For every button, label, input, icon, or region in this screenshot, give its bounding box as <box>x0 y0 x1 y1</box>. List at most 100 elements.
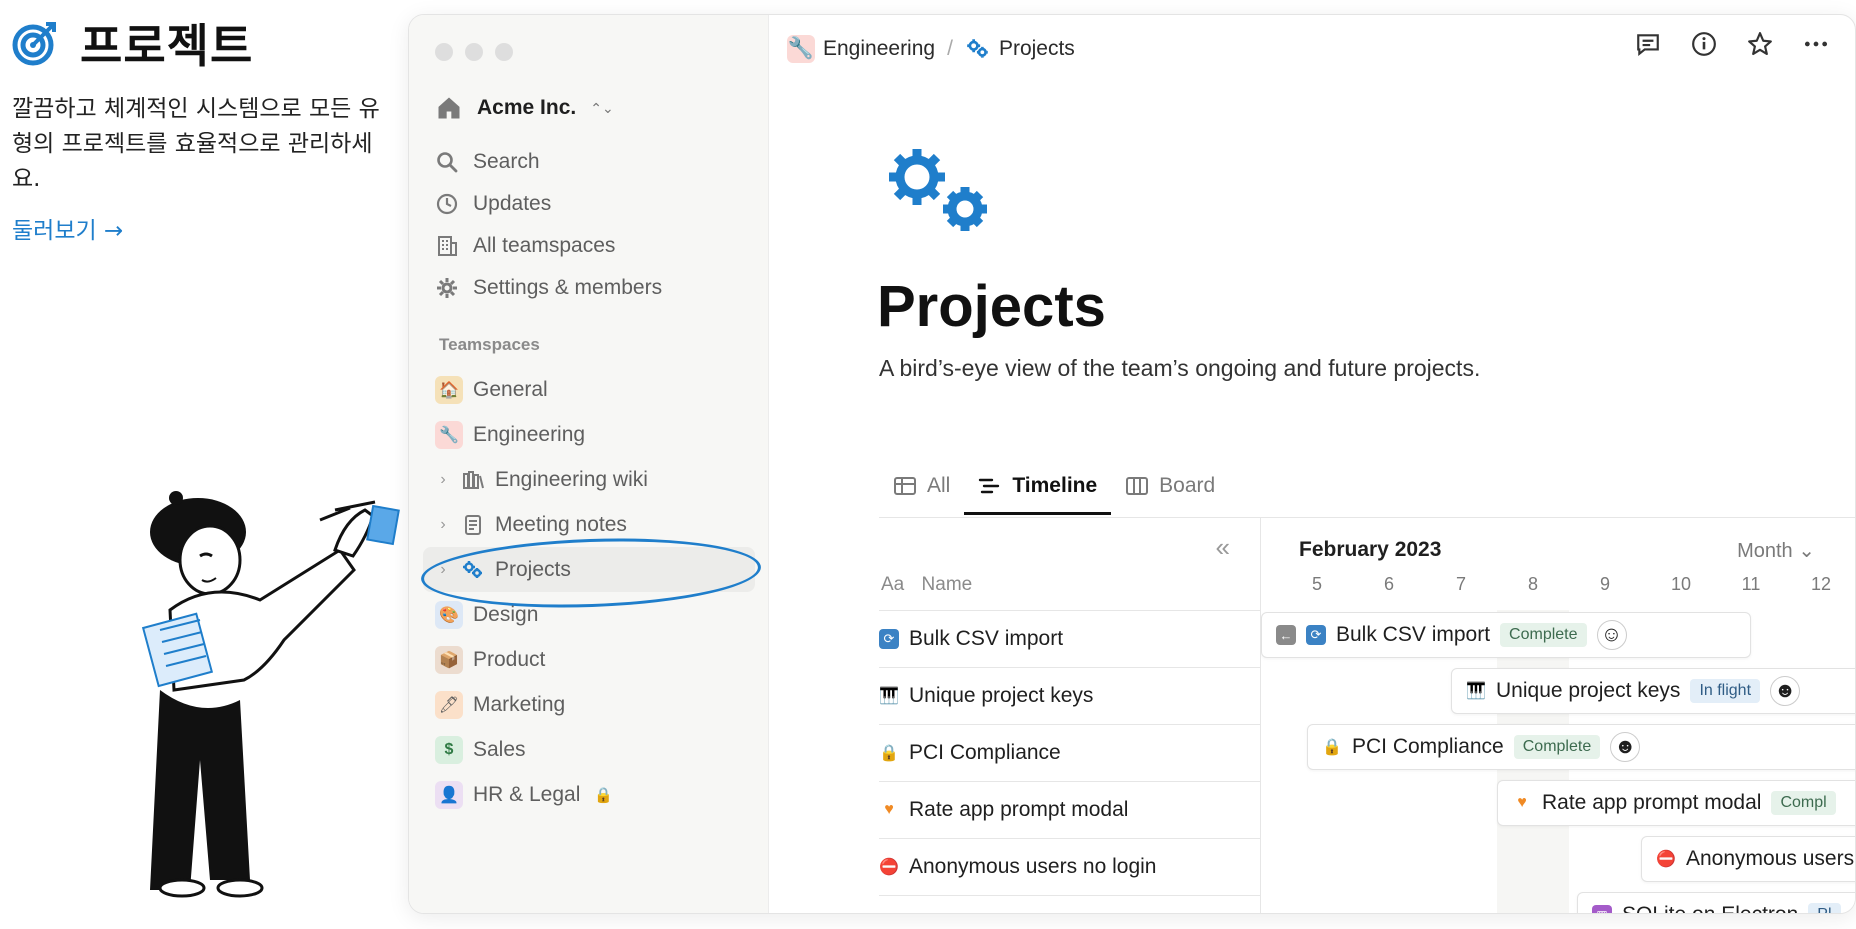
timeline-bar[interactable]: 🔒 PCI Compliance Complete ☻ <box>1307 724 1855 770</box>
breadcrumb-separator: / <box>947 37 953 60</box>
sidebar-item-engineering-wiki[interactable]: › Engineering wiki <box>423 457 755 502</box>
avatar: ☻ <box>1770 676 1801 706</box>
workspace-name: Acme Inc. <box>477 96 577 119</box>
dollar-icon: $ <box>435 735 463 764</box>
maximize-window-button[interactable] <box>495 43 513 61</box>
heart-icon: ♥ <box>1517 794 1527 811</box>
sidebar-item-updates[interactable]: Updates <box>435 183 745 225</box>
row-name: SQLite on Electron <box>909 912 1085 913</box>
table-row[interactable]: 🔒 PCI Compliance <box>879 724 1261 781</box>
table-row[interactable]: ♥ Rate app prompt modal <box>879 781 1261 838</box>
tab-timeline[interactable]: Timeline <box>964 459 1112 515</box>
clock-icon <box>436 193 458 215</box>
chevron-right-icon[interactable]: › <box>435 561 451 579</box>
teamspace-list: 🏠 General 🔧 Engineering › Engineering wi… <box>419 367 763 817</box>
box-icon: 📦 <box>435 645 463 674</box>
target-icon <box>12 22 56 66</box>
promo-title: 프로젝트 <box>80 19 254 73</box>
breadcrumb-engineering[interactable]: Engineering <box>823 37 935 61</box>
table-row[interactable]: ▦ SQLite on Electron <box>879 895 1261 913</box>
tab-label: All <box>927 473 951 497</box>
books-icon <box>463 470 484 489</box>
lock-icon: 🔒 <box>594 786 614 804</box>
person-illustration <box>141 491 400 898</box>
sidebar-item-marketing[interactable]: 🖊 Marketing <box>423 682 755 727</box>
wrench-icon: 🔧 <box>435 420 463 449</box>
minimize-window-button[interactable] <box>465 43 483 61</box>
sidebar-item-settings[interactable]: Settings & members <box>435 267 745 309</box>
promo-description: 깔끔하고 체계적인 시스템으로 모든 유형의 프로젝트를 효율적으로 관리하세요… <box>12 96 380 192</box>
tab-all[interactable]: All <box>879 459 964 515</box>
chevron-up-down-icon: ⌃⌄ <box>590 99 614 116</box>
day-label: 6 <box>1383 574 1394 594</box>
sidebar-item-label: Projects <box>495 557 571 581</box>
sidebar-item-hr-legal[interactable]: 👤 HR & Legal 🔒 <box>423 772 755 817</box>
sync-icon: ⟳ <box>879 629 899 649</box>
more-icon[interactable] <box>1803 31 1829 57</box>
window-controls <box>435 43 513 61</box>
day-label: 12 <box>1810 574 1832 594</box>
table-row[interactable]: ⟳ Bulk CSV import <box>879 610 1261 667</box>
timeline-bar[interactable]: ⛔ Anonymous users <box>1641 836 1855 882</box>
sidebar-item-meeting-notes[interactable]: › Meeting notes <box>423 502 755 547</box>
table-row[interactable]: ⛔ Anonymous users no login <box>879 838 1261 895</box>
day-label: 10 <box>1670 574 1692 594</box>
bar-label: SQLite on Electron <box>1622 903 1798 913</box>
sidebar-item-search[interactable]: Search <box>435 141 745 183</box>
timeline-bar[interactable]: ← ⟳ Bulk CSV import Complete ☺ <box>1261 612 1751 658</box>
sidebar-nav: Search Updates All teamspaces Settings &… <box>435 141 745 309</box>
chevron-down-icon: ⌄ <box>1798 540 1815 562</box>
house-icon <box>438 97 460 119</box>
sidebar-item-label: General <box>473 377 548 401</box>
status-badge: Complete <box>1513 735 1601 759</box>
timeline-bar[interactable]: ▦ SQLite on Electron Pl <box>1577 892 1855 913</box>
main-content: 🔧 Engineering / Projects Projects A bird… <box>769 15 1855 913</box>
sidebar-item-label: Search <box>473 150 540 173</box>
chevron-right-icon[interactable]: › <box>435 516 451 534</box>
sidebar-item-all-teamspaces[interactable]: All teamspaces <box>435 225 745 267</box>
timeline-bar[interactable]: ♥ Rate app prompt modal Compl <box>1497 780 1855 826</box>
bar-label: Anonymous users <box>1686 847 1855 870</box>
star-icon[interactable] <box>1747 31 1773 57</box>
piano-icon: 🎹 <box>1466 683 1486 700</box>
person-icon: 👤 <box>435 780 463 809</box>
sidebar-item-label: Product <box>473 647 546 671</box>
building-icon <box>438 236 457 256</box>
timeline-grid: February 2023 Month ⌄ 5 6 7 8 9 10 11 12… <box>1261 518 1855 913</box>
explore-link[interactable]: 둘러보기 → <box>12 211 123 245</box>
search-icon <box>437 152 458 173</box>
sidebar-item-product[interactable]: 📦 Product <box>423 637 755 682</box>
sidebar-item-label: Engineering <box>473 422 586 446</box>
gear-icon <box>437 278 457 298</box>
comment-icon[interactable] <box>1635 31 1661 57</box>
breadcrumb-projects[interactable]: Projects <box>999 37 1075 61</box>
sidebar-item-design[interactable]: 🎨 Design <box>423 592 755 637</box>
arrow-left-icon[interactable]: ← <box>1276 625 1296 645</box>
avatar: ☺ <box>1596 620 1627 650</box>
collapse-icon[interactable]: « <box>1216 532 1230 563</box>
avatar: ☻ <box>1610 732 1641 762</box>
view-scale-select[interactable]: Month ⌄ <box>1737 538 1815 563</box>
sidebar-item-label: Engineering wiki <box>495 467 648 491</box>
sidebar-item-engineering[interactable]: 🔧 Engineering <box>423 412 755 457</box>
sidebar-item-label: Marketing <box>473 692 566 716</box>
table-row[interactable]: 🎹 Unique project keys <box>879 667 1261 724</box>
day-label: 7 <box>1455 574 1466 594</box>
chevron-right-icon[interactable]: › <box>435 471 451 489</box>
sidebar-item-projects[interactable]: › Projects <box>419 533 763 613</box>
close-window-button[interactable] <box>435 43 453 61</box>
sidebar-item-label: Sales <box>473 737 526 761</box>
lock-icon: 🔒 <box>1322 739 1342 756</box>
tab-board[interactable]: Board <box>1111 459 1229 515</box>
workspace-switcher[interactable]: Acme Inc. ⌃⌄ <box>435 91 614 125</box>
teamspaces-label: Teamspaces <box>439 335 540 354</box>
day-label: 9 <box>1599 574 1610 594</box>
info-icon[interactable] <box>1691 31 1717 57</box>
timeline-name-column: « Aa Name ⟳ Bulk CSV import 🎹 Unique pro… <box>879 518 1261 913</box>
timeline-bar[interactable]: 🎹 Unique project keys In flight ☻ <box>1451 668 1855 714</box>
sidebar-item-sales[interactable]: $ Sales <box>423 727 755 772</box>
name-header-label: Name <box>921 574 973 595</box>
sidebar-item-general[interactable]: 🏠 General <box>423 367 755 412</box>
status-badge: Compl <box>1771 791 1836 815</box>
name-column-header: Aa Name <box>881 574 972 596</box>
